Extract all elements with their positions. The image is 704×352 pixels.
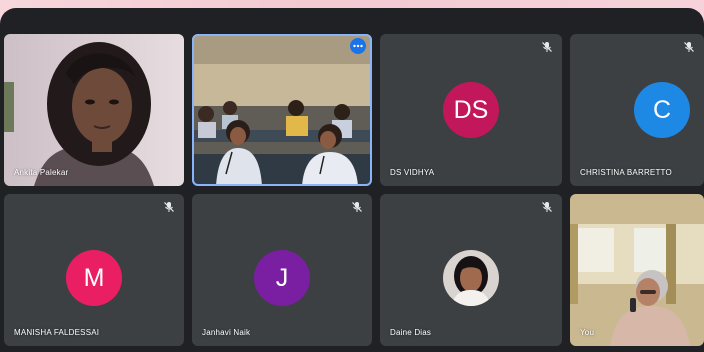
avatar: DS (443, 82, 499, 138)
avatar: C (634, 82, 690, 138)
mic-off-icon (164, 202, 174, 212)
participant-name: DS VIDHYA (390, 168, 435, 177)
avatar-photo (443, 250, 499, 306)
participant-tile-daine[interactable]: Daine Dias (380, 194, 562, 346)
more-options-button[interactable] (350, 38, 366, 54)
mic-off-icon (542, 202, 552, 212)
participant-tile-christina[interactable]: C CHRISTINA BARRETTO (570, 34, 704, 186)
meeting-grid: Ankita Palekar DS DS VIDHYA C CHRISTINA … (0, 8, 704, 352)
self-video (570, 194, 704, 346)
participant-tile-ds-vidhya[interactable]: DS DS VIDHYA (380, 34, 562, 186)
mic-off-icon (684, 42, 694, 52)
more-options-icon (353, 44, 363, 48)
participant-name: Janhavi Naik (202, 328, 251, 337)
participant-tile-janhavi[interactable]: J Janhavi Naik (192, 194, 372, 346)
participant-name: CHRISTINA BARRETTO (580, 168, 672, 177)
participant-video (4, 34, 184, 186)
participant-tile-manisha[interactable]: M MANISHA FALDESSAI (4, 194, 184, 346)
participant-name: MANISHA FALDESSAI (14, 328, 100, 337)
avatar: J (254, 250, 310, 306)
participant-name: You (580, 328, 595, 337)
participant-tile-classroom[interactable] (192, 34, 372, 186)
mic-off-icon (352, 202, 362, 212)
participant-video (192, 34, 372, 186)
participant-tile-self[interactable]: You (570, 194, 704, 346)
participant-name: Ankita Palekar (14, 168, 69, 177)
mic-off-icon (542, 42, 552, 52)
participant-name: Daine Dias (390, 328, 432, 337)
avatar: M (66, 250, 122, 306)
participant-tile-ankita[interactable]: Ankita Palekar (4, 34, 184, 186)
